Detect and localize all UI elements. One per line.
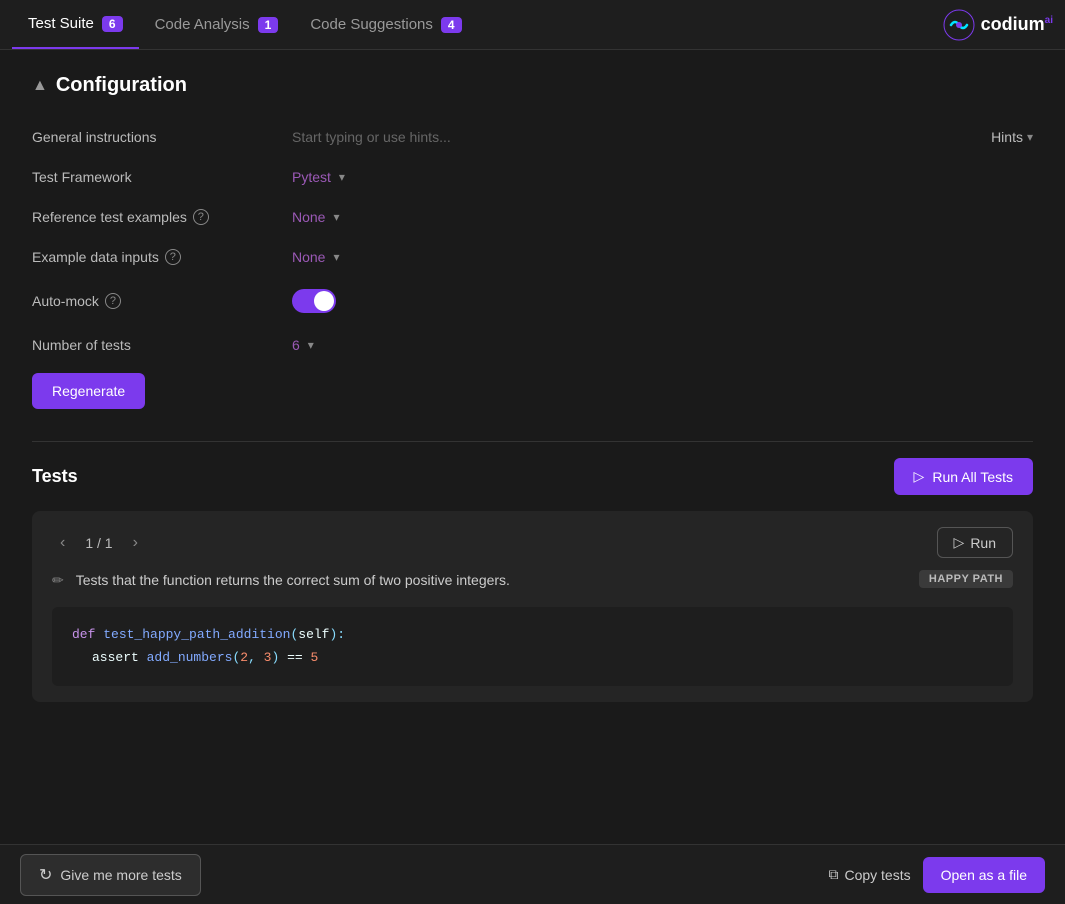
number-of-tests-value: 6 <box>292 337 300 353</box>
main-content: ▲ Configuration General instructions Sta… <box>0 50 1065 844</box>
number-of-tests-row: Number of tests 6 ▾ <box>32 325 1033 365</box>
test-framework-chevron-icon: ▾ <box>339 170 345 184</box>
auto-mock-label: Auto-mock ? <box>32 293 292 309</box>
tab-code-analysis-badge: 1 <box>258 17 279 33</box>
tab-code-suggestions-badge: 4 <box>441 17 462 33</box>
tests-title: Tests <box>32 466 78 487</box>
test-description-row: ✏ Tests that the function returns the co… <box>52 570 1013 591</box>
regenerate-button[interactable]: Regenerate <box>32 373 145 409</box>
configuration-section: ▲ Configuration General instructions Sta… <box>32 74 1033 417</box>
bottom-bar: ↻ Give me more tests ⧉ Copy tests Open a… <box>0 844 1065 904</box>
run-test-label: Run <box>970 535 996 551</box>
test-framework-row: Test Framework Pytest ▾ <box>32 157 1033 197</box>
configuration-header: ▲ Configuration <box>32 74 1033 97</box>
copy-tests-button[interactable]: ⧉ Copy tests <box>828 866 910 883</box>
auto-mock-row: Auto-mock ? <box>32 277 1033 325</box>
code-line-2: assert add_numbers(2, 3) == 5 <box>72 646 993 669</box>
tab-code-suggestions[interactable]: Code Suggestions 4 <box>294 0 477 49</box>
test-framework-value: Pytest <box>292 169 331 185</box>
example-data-inputs-help-icon[interactable]: ? <box>165 249 181 265</box>
run-all-icon: ▷ <box>914 468 925 485</box>
reference-test-examples-help-icon[interactable]: ? <box>193 209 209 225</box>
configuration-title: Configuration <box>56 74 187 97</box>
give-more-tests-label: Give me more tests <box>60 867 181 883</box>
test-framework-label: Test Framework <box>32 169 292 185</box>
tab-code-analysis-label: Code Analysis <box>155 16 250 33</box>
general-instructions-label: General instructions <box>32 129 292 145</box>
example-data-inputs-label: Example data inputs ? <box>32 249 292 265</box>
section-divider <box>32 441 1033 442</box>
logo-ai-suffix: ai <box>1045 15 1053 26</box>
give-more-tests-button[interactable]: ↻ Give me more tests <box>20 854 201 896</box>
copy-tests-label: Copy tests <box>844 867 910 883</box>
tests-section: Tests ▷ Run All Tests ‹ 1 / 1 › ▷ Run <box>32 458 1033 718</box>
codium-logo-icon <box>943 9 975 41</box>
reference-test-examples-dropdown[interactable]: None ▾ <box>292 209 340 225</box>
number-of-tests-label: Number of tests <box>32 337 292 353</box>
logo: codiumai <box>943 9 1053 41</box>
bottom-right-actions: ⧉ Copy tests Open as a file <box>828 857 1045 893</box>
hints-chevron-icon: ▾ <box>1027 130 1033 144</box>
toggle-knob <box>314 291 334 311</box>
tab-test-suite-badge: 6 <box>102 16 123 32</box>
test-badge: HAPPY PATH <box>919 570 1013 588</box>
run-test-icon: ▷ <box>954 534 965 551</box>
test-description: Tests that the function returns the corr… <box>76 570 907 591</box>
chevron-up-icon: ▲ <box>32 77 48 95</box>
next-test-button[interactable]: › <box>125 530 146 556</box>
toggle-switch[interactable] <box>292 289 336 313</box>
hints-button[interactable]: Hints ▾ <box>991 129 1033 145</box>
reference-test-examples-row: Reference test examples ? None ▾ <box>32 197 1033 237</box>
reference-test-examples-chevron-icon: ▾ <box>333 210 339 224</box>
example-data-inputs-value: None <box>292 249 325 265</box>
general-instructions-input[interactable]: Start typing or use hints... <box>292 129 451 145</box>
auto-mock-help-icon[interactable]: ? <box>105 293 121 309</box>
test-pagination: ‹ 1 / 1 › <box>52 530 146 556</box>
logo-text: codiumai <box>981 14 1053 35</box>
example-data-inputs-dropdown[interactable]: None ▾ <box>292 249 340 265</box>
copy-icon: ⧉ <box>828 866 838 883</box>
test-item: ‹ 1 / 1 › ▷ Run ✏ Tests that the functio… <box>32 511 1033 702</box>
open-as-file-button[interactable]: Open as a file <box>923 857 1045 893</box>
general-instructions-row: General instructions Start typing or use… <box>32 117 1033 157</box>
tab-bar: Test Suite 6 Code Analysis 1 Code Sugges… <box>0 0 1065 50</box>
run-all-label: Run All Tests <box>932 469 1013 485</box>
tab-test-suite-label: Test Suite <box>28 15 94 32</box>
prev-test-button[interactable]: ‹ <box>52 530 73 556</box>
test-framework-dropdown[interactable]: Pytest ▾ <box>292 169 345 185</box>
tests-header: Tests ▷ Run All Tests <box>32 458 1033 495</box>
test-pagination-label: 1 / 1 <box>85 535 112 551</box>
number-of-tests-chevron-icon: ▾ <box>308 338 314 352</box>
edit-icon[interactable]: ✏ <box>52 572 64 589</box>
tab-code-analysis[interactable]: Code Analysis 1 <box>139 0 295 49</box>
hints-label: Hints <box>991 129 1023 145</box>
test-code-block: def test_happy_path_addition(self): asse… <box>52 607 1013 686</box>
tab-test-suite[interactable]: Test Suite 6 <box>12 0 139 49</box>
run-test-button[interactable]: ▷ Run <box>937 527 1013 558</box>
tab-code-suggestions-label: Code Suggestions <box>310 16 433 33</box>
code-line-1: def test_happy_path_addition(self): <box>72 623 993 646</box>
example-data-inputs-row: Example data inputs ? None ▾ <box>32 237 1033 277</box>
auto-mock-toggle[interactable] <box>292 289 336 313</box>
reference-test-examples-value: None <box>292 209 325 225</box>
test-navigation: ‹ 1 / 1 › ▷ Run <box>52 527 1013 558</box>
example-data-inputs-chevron-icon: ▾ <box>333 250 339 264</box>
number-of-tests-dropdown[interactable]: 6 ▾ <box>292 337 314 353</box>
refresh-icon: ↻ <box>39 865 52 885</box>
reference-test-examples-label: Reference test examples ? <box>32 209 292 225</box>
run-all-tests-button[interactable]: ▷ Run All Tests <box>894 458 1033 495</box>
